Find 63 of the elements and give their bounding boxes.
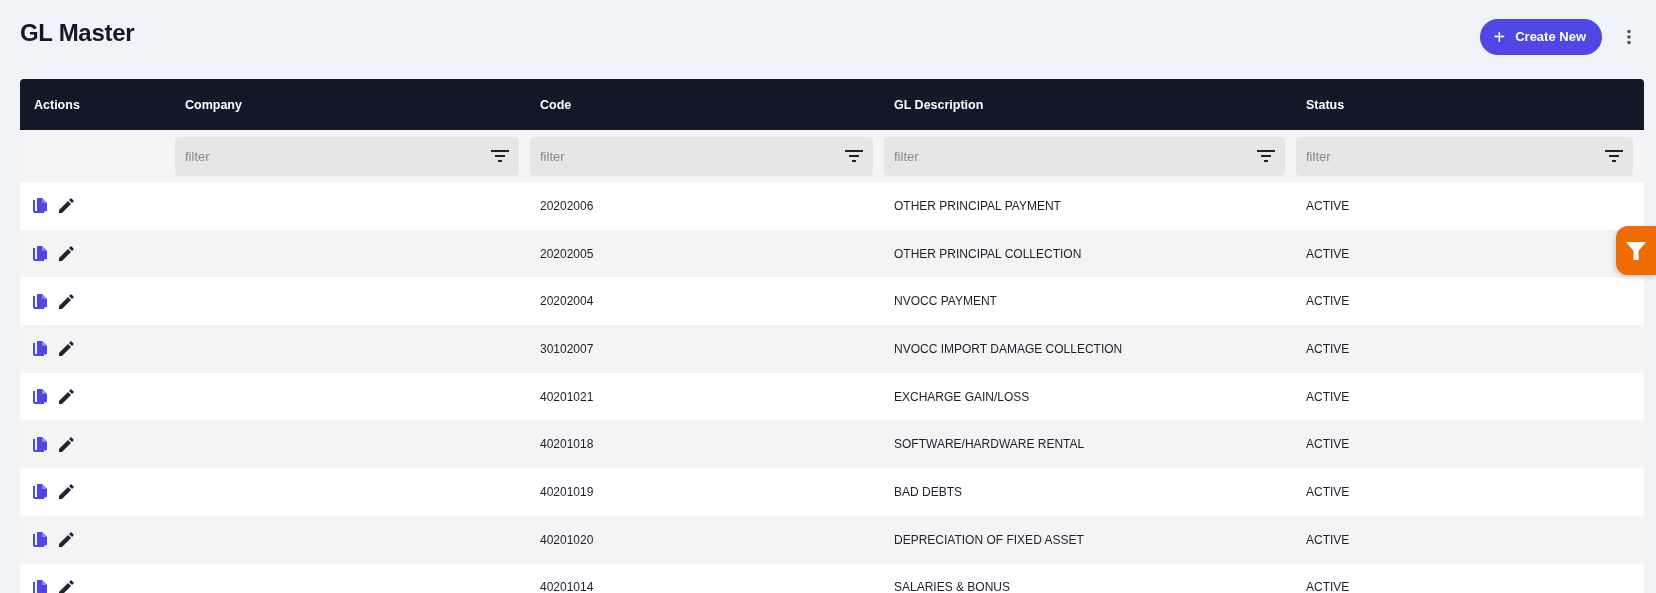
create-new-button[interactable]: + Create New — [1479, 18, 1602, 55]
table-cell: NVOCC IMPORT DAMAGE COLLECTION — [894, 341, 1123, 356]
filter-field[interactable]: filter — [884, 136, 1285, 176]
funnel-icon — [1626, 240, 1646, 261]
table-cell: 20202005 — [540, 246, 594, 261]
filter-field[interactable]: filter — [530, 136, 873, 176]
copy-icon[interactable] — [32, 245, 48, 263]
edit-icon[interactable] — [59, 293, 74, 309]
table-cell: 40201021 — [540, 389, 594, 404]
table-cell: 40201019 — [540, 484, 594, 499]
edit-icon[interactable] — [59, 246, 74, 262]
table-cell: ACTIVE — [1306, 246, 1350, 261]
filter-icon[interactable] — [491, 149, 509, 162]
copy-icon[interactable] — [32, 197, 48, 215]
more-options-icon[interactable] — [1626, 28, 1632, 45]
table-cell: ACTIVE — [1306, 294, 1350, 309]
column-header[interactable]: Status — [1296, 97, 1644, 112]
page-title: GL Master — [20, 18, 135, 47]
table-cell: ACTIVE — [1306, 198, 1350, 213]
edit-icon[interactable] — [59, 532, 74, 548]
copy-icon[interactable] — [32, 340, 48, 358]
table-cell: BAD DEBTS — [894, 484, 962, 499]
table-cell: 20202006 — [540, 198, 594, 213]
column-header[interactable]: Actions — [20, 97, 175, 112]
copy-icon[interactable] — [32, 292, 48, 310]
copy-icon[interactable] — [32, 483, 48, 501]
table-cell: 40201014 — [540, 580, 594, 593]
table-cell: OTHER PRINCIPAL COLLECTION — [894, 246, 1082, 261]
table-cell: ACTIVE — [1306, 484, 1350, 499]
copy-icon[interactable] — [32, 388, 48, 406]
table-cell: 40201018 — [540, 437, 594, 452]
filter-field[interactable]: filter — [175, 136, 519, 176]
column-header[interactable]: Code — [530, 97, 884, 112]
table-cell: 30102007 — [540, 341, 594, 356]
edit-icon[interactable] — [59, 436, 74, 452]
table-cell: ACTIVE — [1306, 532, 1350, 547]
filter-icon[interactable] — [845, 149, 863, 162]
table-cell: ACTIVE — [1306, 437, 1350, 452]
table-cell: NVOCC PAYMENT — [894, 294, 997, 309]
copy-icon[interactable] — [32, 531, 48, 549]
table-cell: ACTIVE — [1306, 389, 1350, 404]
table-cell: SOFTWARE/HARDWARE RENTAL — [894, 437, 1085, 452]
table-cell: OTHER PRINCIPAL PAYMENT — [894, 198, 1061, 213]
table-cell: SALARIES & BONUS — [894, 580, 1011, 593]
table-cell: 20202004 — [540, 294, 594, 309]
column-header[interactable]: Company — [175, 97, 530, 112]
filter-icon[interactable] — [1605, 149, 1623, 162]
table-cell: ACTIVE — [1306, 341, 1350, 356]
edit-icon[interactable] — [59, 341, 74, 357]
filter-panel-button[interactable] — [1616, 226, 1656, 275]
edit-icon[interactable] — [59, 579, 74, 593]
edit-icon[interactable] — [59, 484, 74, 500]
filter-field[interactable]: filter — [1296, 136, 1633, 176]
edit-icon[interactable] — [59, 198, 74, 214]
filter-icon[interactable] — [1257, 149, 1275, 162]
table-cell: 40201020 — [540, 532, 594, 547]
edit-icon[interactable] — [59, 389, 74, 405]
table-cell: EXCHARGE GAIN/LOSS — [894, 389, 1030, 404]
copy-icon[interactable] — [32, 578, 48, 593]
copy-icon[interactable] — [32, 435, 48, 453]
table-cell: ACTIVE — [1306, 580, 1350, 593]
table-cell: DEPRECIATION OF FIXED ASSET — [894, 532, 1084, 547]
column-header[interactable]: GL Description — [884, 97, 1296, 112]
